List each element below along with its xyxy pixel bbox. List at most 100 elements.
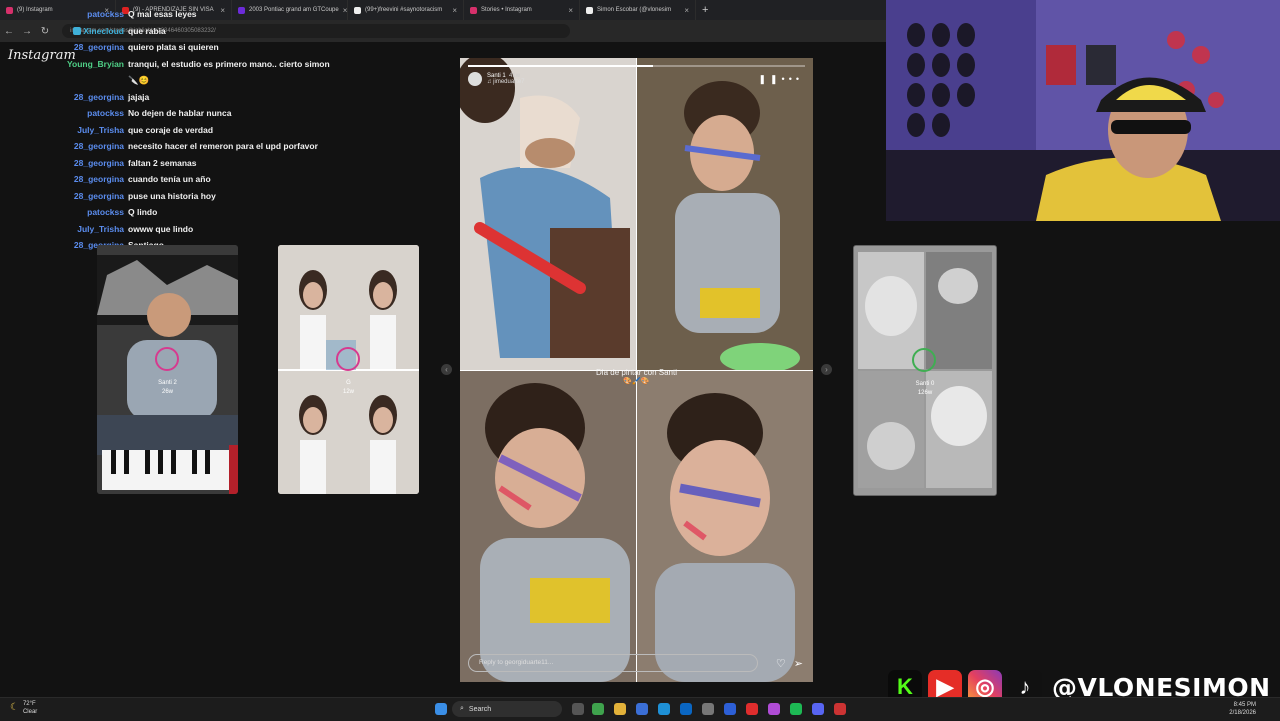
windows-start-icon[interactable]	[435, 703, 447, 715]
chat-message: July_Trisha que coraje de verdad	[60, 122, 360, 139]
close-tab-icon[interactable]: ×	[452, 6, 457, 15]
chat-text: 🔪😊	[128, 75, 150, 85]
chat-username: Young_Bryian	[67, 58, 124, 69]
chat-text: No dejen de hablar nunca	[128, 108, 232, 118]
card-time: 26w	[161, 389, 173, 395]
avatar-ring	[155, 347, 179, 371]
spotify-icon[interactable]	[790, 703, 802, 715]
music-icon: ♫	[487, 79, 492, 85]
chat-username: 28_georgina	[73, 141, 124, 151]
chat-text: Q mal esas leyes	[128, 9, 197, 19]
app-icon[interactable]	[746, 703, 758, 715]
app-icon[interactable]	[834, 703, 846, 715]
app-icon[interactable]	[636, 703, 648, 715]
story-viewer[interactable]: Santi 1 41w ♫ jimeduarte7 ❚❚••• Dia de p…	[460, 58, 813, 682]
weather-temp: 72°F	[22, 701, 36, 707]
chat-text: puse una historia hoy	[128, 190, 216, 201]
discord-icon[interactable]	[812, 703, 824, 715]
chat-username	[60, 72, 128, 89]
avatar[interactable]	[468, 72, 482, 86]
chat-message: 28_georgina jajaja	[60, 89, 360, 106]
stream-chat: patockss Q mal esas leyes Xinecloud que rab…	[60, 6, 360, 254]
chat-message: patockss Q mal esas leyes	[60, 6, 360, 23]
card-title: Santi 0	[915, 381, 935, 387]
app-icon[interactable]	[680, 703, 692, 715]
tab-label: Stories • Instagram	[481, 7, 532, 13]
chat-username: 28_georgina	[73, 190, 124, 201]
chat-username: Xinecloud	[60, 23, 128, 40]
card-title: G	[346, 380, 351, 386]
previous-story-button[interactable]: ‹	[441, 364, 452, 375]
tab-favicon-icon	[470, 6, 477, 14]
task-view-icon[interactable]	[572, 703, 584, 715]
chat-username: 28_georgina	[73, 42, 124, 52]
app-icon[interactable]	[702, 703, 714, 715]
forward-icon[interactable]: →	[18, 26, 36, 37]
story-card-g[interactable]: G 12w	[278, 245, 419, 494]
avatar-ring	[912, 348, 936, 372]
chat-username: 28_georgina	[73, 174, 124, 184]
chat-text: necesito hacer el remeron para el upd po…	[128, 141, 318, 151]
chat-username: July_Trisha	[77, 124, 124, 135]
tab-label: (9) Instagram	[17, 7, 53, 13]
send-icon[interactable]: ➢	[794, 657, 803, 670]
chat-text: que rabia	[128, 25, 166, 36]
chat-message: 28_georgina necesito hacer el remeron par…	[60, 138, 360, 155]
browser-tab[interactable]: Simon Escobar (@vlonesim ×	[580, 0, 696, 20]
chat-username: 28_georgina	[73, 157, 124, 168]
heart-icon[interactable]: ♡	[776, 657, 786, 670]
app-icon[interactable]	[724, 703, 736, 715]
chat-text: que coraje de verdad	[128, 124, 214, 135]
chat-text: cuando tenía un año	[128, 174, 211, 184]
story-audio[interactable]: jimeduarte7	[493, 79, 524, 85]
chat-message: 28_georgina cuando tenía un año	[60, 171, 360, 188]
avatar-ring	[336, 347, 360, 371]
webcam-feed	[886, 0, 1280, 221]
caption-emoji: 🎨🖌️🎨	[623, 378, 650, 385]
tab-label: Simon Escobar (@vlonesim	[597, 7, 672, 13]
chat-text: faltan 2 semanas	[128, 157, 197, 168]
chat-badge-icon	[73, 27, 82, 36]
chat-text: quiero plata si quieren	[128, 42, 219, 52]
weather-desc: Clear	[22, 709, 38, 715]
system-clock[interactable]: 8:45 PM 2/18/2026	[1229, 701, 1256, 717]
chat-message: 28_georgina puse una historia hoy	[60, 188, 360, 205]
browser-tab[interactable]: (99+)freevini #saynotoracism ×	[348, 0, 464, 20]
chat-username: patockss	[87, 9, 124, 19]
chrome-icon[interactable]	[592, 703, 604, 715]
new-tab-button[interactable]: +	[696, 4, 714, 16]
chat-text: owww que lindo	[128, 223, 194, 234]
file-explorer-icon[interactable]	[614, 703, 626, 715]
close-tab-icon[interactable]: ×	[568, 6, 573, 15]
edge-icon[interactable]	[658, 703, 670, 715]
chat-message: patockss No dejen de hablar nunca	[60, 105, 360, 122]
reload-icon[interactable]: ↻	[36, 26, 54, 37]
browser-tab[interactable]: Stories • Instagram ×	[464, 0, 580, 20]
pause-icon[interactable]: ❚❚	[758, 74, 781, 84]
story-header: Santi 1 41w ♫ jimeduarte7	[468, 72, 525, 86]
reply-input[interactable]: Reply to georgiduarte11...	[468, 654, 758, 672]
tab-favicon-icon	[586, 6, 593, 14]
taskbar-search[interactable]: ⌕ Search	[452, 701, 562, 717]
chat-username: patockss	[87, 207, 124, 217]
chat-username: July_Trisha	[77, 223, 124, 234]
chat-message: 🔪😊	[60, 72, 360, 89]
chat-message: Young_Bryian tranqui, el estudio es prime…	[60, 56, 360, 73]
card-time: 12w	[342, 389, 354, 395]
app-icon[interactable]	[768, 703, 780, 715]
streamer-image	[886, 0, 1280, 221]
story-card-santi-0[interactable]: Santi 0 126w	[853, 245, 997, 496]
chat-message: July_Trisha owww que lindo	[60, 221, 360, 238]
chat-message: patockss Q lindo	[60, 204, 360, 221]
close-tab-icon[interactable]: ×	[684, 6, 689, 15]
chat-text: jajaja	[128, 91, 150, 102]
more-options-icon[interactable]: •••	[782, 74, 803, 84]
back-icon[interactable]: ←	[0, 26, 18, 37]
story-caption: Dia de pintar con Santi 🎨🖌️🎨	[460, 368, 813, 385]
story-card-santi-2[interactable]: Santi 2 26w	[97, 245, 238, 494]
next-story-button[interactable]: ›	[821, 364, 832, 375]
moon-icon: ☾	[10, 702, 19, 713]
caption-text: Dia de pintar con Santi	[596, 368, 677, 377]
weather-widget[interactable]: ☾ 72°F Clear	[10, 700, 37, 716]
card-time: 126w	[917, 390, 933, 396]
